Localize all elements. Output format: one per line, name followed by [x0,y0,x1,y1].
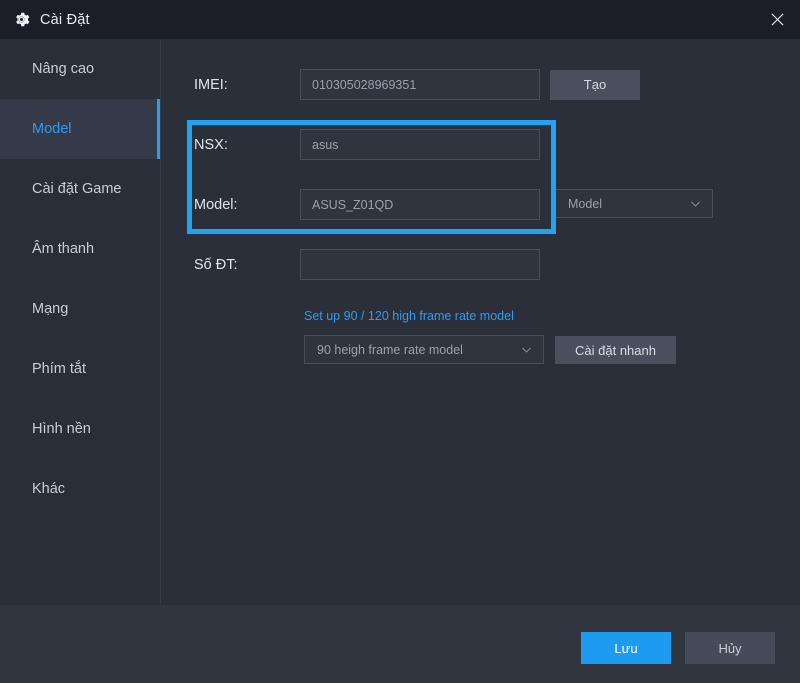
cancel-button[interactable]: Hủy [685,632,775,664]
model-preset-dropdown-value: Model [568,196,603,211]
chevron-down-icon [522,347,531,353]
model-row: Model: [194,189,540,220]
nsx-row: NSX: [194,129,540,160]
model-label: Model: [194,196,238,213]
sidebar-item-label: Hình nền [32,421,91,437]
settings-content: IMEI: Tạo NSX: Model: Model Số ĐT: Set u… [161,39,800,605]
sidebar-item-hinh-nen[interactable]: Hình nền [0,399,160,459]
sidebar-item-model[interactable]: Model [0,99,160,159]
phone-row: Số ĐT: [194,249,540,280]
frame-rate-dropdown-value: 90 heigh frame rate model [317,342,463,357]
sidebar: Nâng cao Model Cài đặt Game Âm thanh Mạn… [0,39,161,605]
sidebar-item-nang-cao[interactable]: Nâng cao [0,39,160,99]
sidebar-item-label: Model [32,121,72,137]
sidebar-item-khac[interactable]: Khác [0,459,160,519]
quick-setup-button[interactable]: Cài đặt nhanh [555,336,676,364]
close-icon [770,13,784,26]
sidebar-item-label: Nâng cao [32,61,95,77]
imei-label: IMEI: [194,76,228,93]
imei-row: IMEI: Tạo [194,69,640,100]
title-bar: Cài Đặt [0,0,800,39]
settings-window: Cài Đặt Nâng cao Model Cài đặt Game Âm t… [0,0,800,683]
phone-input[interactable] [300,249,540,280]
model-preset-dropdown[interactable]: Model [555,189,713,218]
window-title: Cài Đặt [40,11,90,28]
sidebar-item-cai-dat-game[interactable]: Cài đặt Game [0,159,160,219]
sidebar-item-label: Khác [32,481,66,497]
frame-rate-setup-link[interactable]: Set up 90 / 120 high frame rate model [304,309,514,323]
close-button[interactable] [754,0,800,39]
phone-label: Số ĐT: [194,256,238,273]
sidebar-item-label: Cài đặt Game [32,181,122,197]
save-button[interactable]: Lưu [581,632,671,664]
imei-input[interactable] [300,69,540,100]
footer-bar: Lưu Hủy [0,605,800,683]
sidebar-item-mang[interactable]: Mạng [0,279,160,339]
sidebar-item-label: Mạng [32,301,69,317]
sidebar-item-phim-tat[interactable]: Phím tắt [0,339,160,399]
nsx-label: NSX: [194,136,228,153]
sidebar-item-label: Âm thanh [32,241,95,257]
frame-rate-dropdown[interactable]: 90 heigh frame rate model [304,335,544,364]
model-input[interactable] [300,189,540,220]
nsx-input[interactable] [300,129,540,160]
chevron-down-icon [691,201,700,207]
title-bar-left: Cài Đặt [0,11,90,28]
gear-icon [13,11,30,28]
sidebar-item-am-thanh[interactable]: Âm thanh [0,219,160,279]
sidebar-item-label: Phím tắt [32,361,86,377]
generate-imei-button[interactable]: Tạo [550,69,640,100]
